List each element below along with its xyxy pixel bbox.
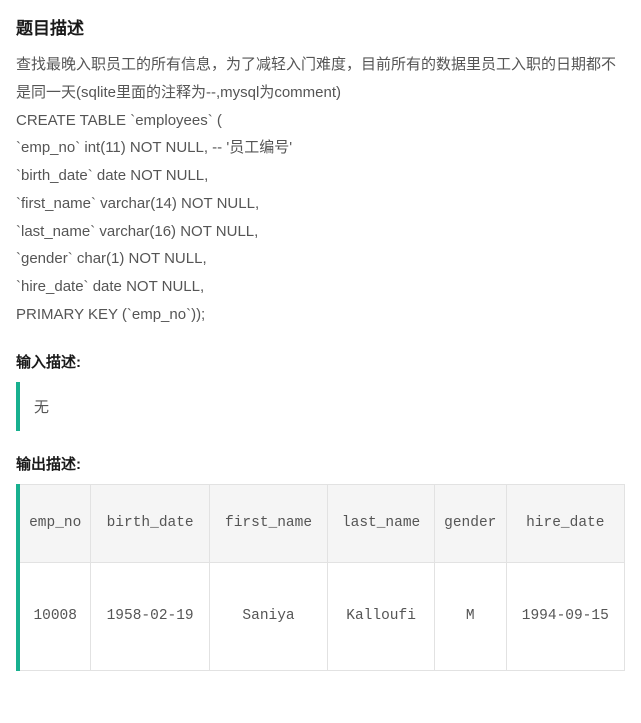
output-table: emp_nobirth_datefirst_namelast_namegende… xyxy=(20,484,625,671)
input-block: 无 xyxy=(16,382,625,431)
table-header-cell: birth_date xyxy=(91,484,209,562)
table-header-cell: hire_date xyxy=(506,484,624,562)
table-body: 100081958-02-19SaniyaKalloufiM1994-09-15 xyxy=(20,562,625,670)
table-header-cell: emp_no xyxy=(20,484,91,562)
table-cell: Saniya xyxy=(209,562,327,670)
table-header-cell: gender xyxy=(434,484,506,562)
table-header-cell: last_name xyxy=(328,484,435,562)
table-cell: Kalloufi xyxy=(328,562,435,670)
table-cell: 1994-09-15 xyxy=(506,562,624,670)
table-header-row: emp_nobirth_datefirst_namelast_namegende… xyxy=(20,484,625,562)
table-cell: M xyxy=(434,562,506,670)
output-table-wrap: emp_nobirth_datefirst_namelast_namegende… xyxy=(16,484,625,671)
output-title: 输出描述: xyxy=(16,453,625,474)
table-header-cell: first_name xyxy=(209,484,327,562)
table-cell: 1958-02-19 xyxy=(91,562,209,670)
problem-ddl: CREATE TABLE `employees` ( `emp_no` int(… xyxy=(16,107,625,329)
table-row: 100081958-02-19SaniyaKalloufiM1994-09-15 xyxy=(20,562,625,670)
problem-title: 题目描述 xyxy=(16,14,625,39)
problem-intro: 查找最晚入职员工的所有信息，为了减轻入门难度，目前所有的数据里员工入职的日期都不… xyxy=(16,51,625,107)
table-cell: 10008 xyxy=(20,562,91,670)
input-title: 输入描述: xyxy=(16,351,625,372)
